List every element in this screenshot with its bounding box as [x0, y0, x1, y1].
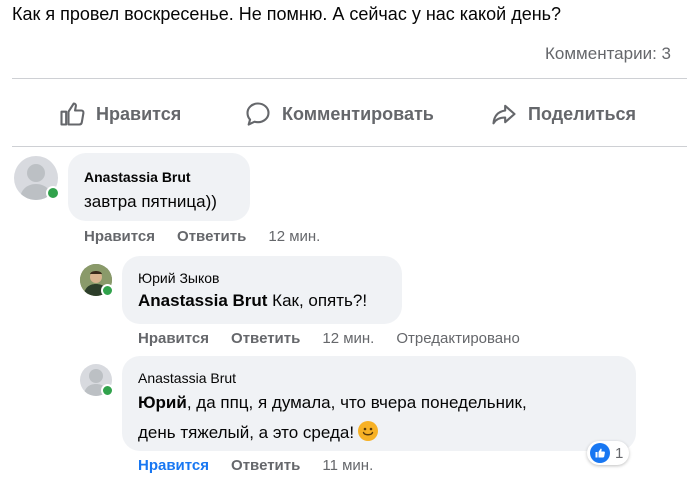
comment-2-meta: Нравится Ответить 12 мин. Отредактирован… [138, 330, 520, 347]
divider-bottom [12, 146, 687, 147]
comment-3-body-line2: день тяжелый, а это среда! [138, 423, 355, 442]
smile-emoji-icon [358, 421, 379, 441]
mention-link[interactable]: Anastassia Brut [138, 291, 267, 310]
comment-1-bubble: Anastassia Brut завтра пятница)) [68, 153, 250, 221]
comment-2-reply-button[interactable]: Ответить [231, 330, 300, 347]
like-action-label: Нравится [96, 103, 182, 124]
comment-1-author[interactable]: Anastassia Brut [84, 169, 191, 185]
share-action-button[interactable]: Поделиться [490, 94, 636, 134]
comment-2-bubble: Юрий Зыков Anastassia Brut Как, опять?! [122, 256, 402, 324]
comment-1-reply-button[interactable]: Ответить [177, 228, 246, 245]
share-icon [492, 104, 516, 125]
comment-3-reply-button[interactable]: Ответить [231, 457, 300, 474]
thumbs-up-icon [60, 102, 85, 126]
share-action-label: Поделиться [528, 103, 637, 124]
like-action-button[interactable]: Нравится [58, 94, 181, 134]
comment-3-text-line1: Юрий, да ппц, я думала, что вчера понеде… [138, 388, 527, 418]
post-text: Как я провел воскресенье. Не помню. А се… [12, 4, 562, 24]
comment-3-body-line1: , да ппц, я думала, что вчера понедельни… [186, 393, 527, 412]
divider-top [12, 78, 687, 79]
comment-2-author[interactable]: Юрий Зыков [138, 270, 219, 286]
comment-1-meta: Нравится Ответить 12 мин. [84, 228, 320, 245]
comment-3-avatar-wrap[interactable] [80, 364, 114, 397]
comment-1-avatar-wrap[interactable] [14, 156, 60, 200]
comment-2-body: Как, опять?! [267, 291, 368, 310]
comment-2-avatar-wrap[interactable] [80, 264, 114, 297]
like-reaction-icon [590, 443, 610, 463]
mention-link[interactable]: Юрий [138, 393, 187, 412]
reaction-summary[interactable]: 1 [587, 441, 630, 465]
comment-3-like-button[interactable]: Нравится [138, 457, 209, 474]
comment-1-text: завтра пятница)) [84, 192, 217, 211]
comment-3-author[interactable]: Anastassia Brut [138, 370, 236, 386]
comment-2-like-button[interactable]: Нравится [138, 330, 209, 347]
comment-2-edited[interactable]: Отредактировано [396, 330, 519, 347]
comment-action-button[interactable]: Комментировать [244, 94, 434, 134]
comment-action-label: Комментировать [282, 103, 434, 124]
reaction-count: 1 [615, 444, 624, 462]
comment-3-time[interactable]: 11 мин. [322, 457, 373, 474]
comment-3-text-line2: день тяжелый, а это среда! [138, 418, 379, 448]
comment-3-bubble: Anastassia Brut Юрий, да ппц, я думала, … [122, 356, 636, 451]
online-dot-icon [46, 186, 60, 200]
online-dot-icon [101, 384, 114, 397]
comment-3-meta: Нравится Ответить 11 мин. [138, 457, 373, 474]
comment-2-time[interactable]: 12 мин. [322, 330, 374, 347]
comments-count-link[interactable]: Комментарии: 3 [545, 44, 671, 64]
comment-1-like-button[interactable]: Нравится [84, 228, 155, 245]
online-dot-icon [101, 284, 114, 297]
comment-icon [246, 102, 270, 126]
comment-2-text: Anastassia Brut Как, опять?! [138, 286, 367, 316]
comment-1-time[interactable]: 12 мин. [268, 228, 320, 245]
